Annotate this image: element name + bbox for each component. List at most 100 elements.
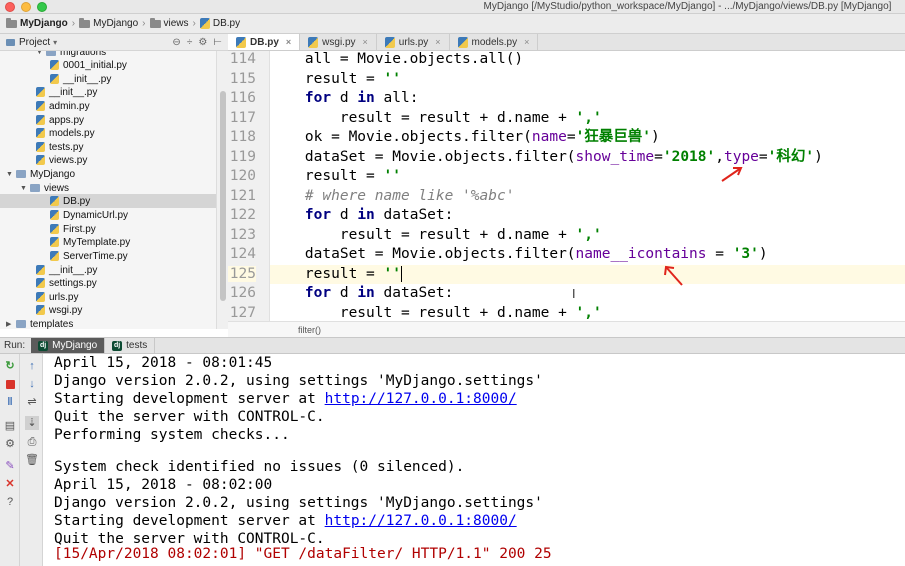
pin-icon[interactable]: ✎ — [4, 460, 16, 472]
breadcrumb-item-file[interactable]: DB.py — [198, 18, 242, 29]
help-icon[interactable]: ? — [4, 496, 16, 508]
run-label: Run: — [4, 340, 26, 351]
breadcrumb-item-package[interactable]: MyDjango — [77, 17, 140, 29]
project-panel-title[interactable]: Project — [19, 37, 50, 48]
close-tab-icon[interactable]: × — [524, 37, 529, 47]
title-bar: MyDjango [/MyStudio/python_workspace/MyD… — [0, 0, 905, 14]
console-line: System check identified no issues (0 sil… — [54, 459, 465, 475]
console-line: Performing system checks... — [54, 427, 290, 443]
scrollbar-thumb[interactable] — [220, 91, 226, 301]
python-file-icon — [36, 305, 45, 315]
run-console[interactable]: April 15, 2018 - 08:01:45 Django version… — [43, 354, 905, 566]
soft-wrap-icon[interactable]: ⇌ — [26, 396, 38, 408]
server-url-link[interactable]: http://127.0.0.1:8000/ — [325, 513, 517, 529]
folder-icon — [6, 17, 17, 28]
code-line: dataSet = Movie.objects.filter(show_time… — [270, 148, 823, 165]
arrow-up-icon[interactable]: ↑ — [26, 360, 38, 372]
chevron-down-icon[interactable]: ▾ — [53, 38, 57, 47]
python-file-icon — [50, 251, 59, 261]
tab-models-py[interactable]: models.py × — [450, 34, 539, 50]
tree-item-file[interactable]: urls.py — [0, 290, 216, 304]
tab-urls-py[interactable]: urls.py × — [377, 34, 450, 50]
folder-icon — [16, 320, 26, 328]
close-tab-icon[interactable]: × — [363, 37, 368, 47]
annotation-arrow-icon — [721, 167, 743, 182]
scroll-to-end-icon[interactable]: ⇣ — [25, 416, 39, 430]
python-file-icon — [50, 224, 59, 234]
console-line: Starting development server at http://12… — [54, 513, 517, 529]
rerun-icon[interactable]: ↻ — [4, 360, 16, 372]
tree-item-file[interactable]: 0001_initial.py — [0, 58, 216, 72]
code-line: # where name like '%abc' — [270, 187, 515, 204]
folder-icon — [79, 17, 91, 28]
tree-item-views[interactable]: ▼ views — [0, 181, 216, 195]
tree-item-file[interactable]: MyTemplate.py — [0, 235, 216, 249]
dump-threads-icon[interactable]: ▤ — [4, 420, 16, 432]
stop-icon[interactable] — [4, 378, 16, 390]
line-number: 127 — [229, 304, 256, 321]
folder-icon — [46, 51, 56, 56]
code-line: all = Movie.objects.all() — [270, 51, 524, 67]
code-editor[interactable]: all = Movie.objects.all() result = '' fo… — [270, 51, 905, 321]
tree-item-db-py[interactable]: DB.py — [0, 194, 216, 208]
python-file-icon — [236, 36, 246, 48]
pause-icon[interactable]: ‖ — [4, 396, 16, 408]
tree-item-mydjango[interactable]: ▼ MyDjango — [0, 167, 216, 181]
console-line: Django version 2.0.2, using settings 'My… — [54, 373, 543, 389]
close-icon[interactable]: ✕ — [4, 478, 16, 490]
run-tab-tests[interactable]: dj tests — [105, 338, 156, 353]
arrow-down-icon[interactable]: ↓ — [26, 378, 38, 390]
project-tree-scrollbar[interactable] — [216, 51, 228, 329]
tab-db-py[interactable]: DB.py × — [228, 34, 301, 50]
code-line: result = '' — [270, 168, 401, 184]
scroll-from-source-icon[interactable]: ÷ — [187, 37, 193, 48]
server-url-link[interactable]: http://127.0.0.1:8000/ — [325, 391, 517, 407]
breadcrumb-item-project[interactable]: MyDjango — [4, 17, 70, 29]
breadcrumb: MyDjango › MyDjango › views › DB.py — [0, 14, 905, 34]
python-file-icon — [36, 265, 45, 275]
python-file-icon — [384, 36, 395, 48]
tree-item-file[interactable]: __init__.py — [0, 72, 216, 86]
code-line: result = '' — [270, 70, 401, 87]
gear-icon[interactable]: ⚙ — [198, 37, 207, 48]
trash-icon[interactable]: 🗑 — [25, 454, 39, 466]
tree-item-file[interactable]: DynamicUrl.py — [0, 208, 216, 222]
tree-item-file[interactable]: settings.py — [0, 276, 216, 290]
hide-panel-icon[interactable]: ⊢ — [213, 37, 222, 48]
settings-icon[interactable]: ⚙ — [4, 438, 16, 450]
tree-item-templates[interactable]: ▶ templates — [0, 317, 216, 330]
close-tab-icon[interactable]: × — [286, 37, 291, 47]
project-panel-header: Project ▾ ⊖ ÷ ⚙ ⊢ — [0, 34, 228, 51]
close-tab-icon[interactable]: × — [435, 37, 440, 47]
tree-item-file[interactable]: admin.py — [0, 99, 216, 113]
tree-item-file[interactable]: __init__.py — [0, 85, 216, 99]
run-tab-mydjango[interactable]: dj MyDjango — [31, 338, 106, 353]
python-file-icon — [50, 196, 59, 206]
collapse-all-icon[interactable]: ⊖ — [172, 37, 180, 48]
code-line: result = result + d.name + ',' — [270, 304, 602, 321]
chevron-down-icon: ▼ — [36, 51, 43, 56]
run-toolbar-primary: ↻ ‖ ▤ ⚙ ✎ ✕ ? — [0, 354, 20, 566]
editor-breadcrumb-item[interactable]: filter() — [298, 325, 321, 335]
print-icon[interactable]: ⎙ — [26, 436, 38, 448]
tree-item-file[interactable]: tests.py — [0, 140, 216, 154]
tree-item-file[interactable]: views.py — [0, 153, 216, 167]
breadcrumb-item-views[interactable]: views — [148, 17, 191, 29]
line-number: 123 — [229, 226, 256, 243]
python-file-icon — [36, 142, 45, 152]
tree-item-file[interactable]: models.py — [0, 126, 216, 140]
tree-item-file[interactable]: wsgi.py — [0, 303, 216, 317]
tree-item-file[interactable]: apps.py — [0, 113, 216, 127]
django-icon: dj — [38, 340, 49, 351]
tab-wsgi-py[interactable]: wsgi.py × — [300, 34, 377, 50]
line-number: 124 — [229, 246, 256, 262]
tree-item-file[interactable]: __init__.py — [0, 263, 216, 277]
django-icon: dj — [112, 340, 123, 351]
tree-item-file[interactable]: ServerTime.py — [0, 249, 216, 263]
python-file-icon — [36, 292, 45, 302]
python-file-icon — [308, 36, 319, 48]
code-line: result = result + d.name + ',' — [270, 109, 602, 126]
python-file-icon — [50, 60, 59, 70]
python-file-icon — [457, 36, 468, 48]
tree-item-file[interactable]: First.py — [0, 222, 216, 236]
